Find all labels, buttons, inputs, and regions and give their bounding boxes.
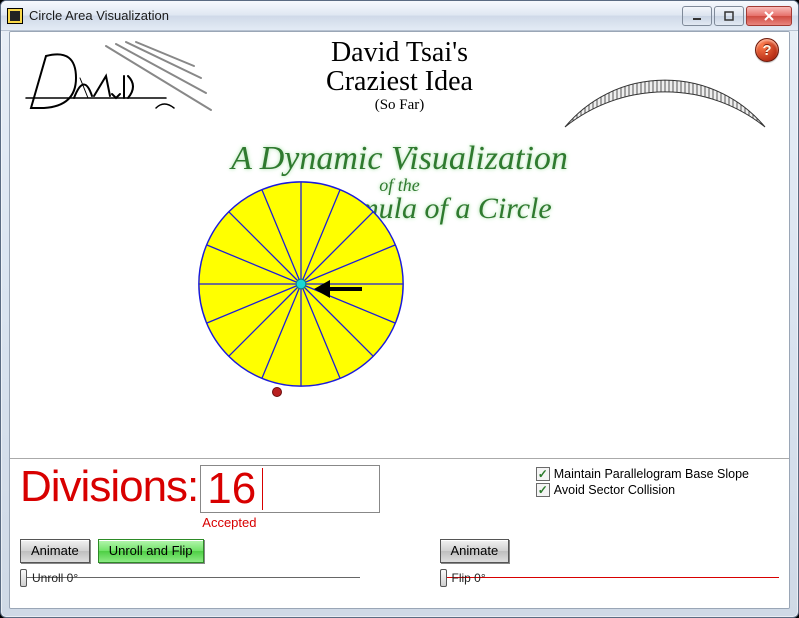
close-button[interactable] (746, 6, 792, 26)
divisions-status: Accepted (202, 515, 256, 530)
headline: David Tsai's Craziest Idea (So Far) (10, 38, 789, 114)
headline-line1: David Tsai's (10, 38, 789, 67)
divisions-label: Divisions: (20, 465, 198, 509)
rotation-handle[interactable] (272, 387, 282, 397)
maximize-button[interactable] (714, 6, 744, 26)
window-buttons (682, 6, 792, 26)
minimize-button[interactable] (682, 6, 712, 26)
app-window: Circle Area Visualization (0, 0, 799, 618)
titlebar[interactable]: Circle Area Visualization (1, 1, 798, 31)
option-avoid-collision[interactable]: ✓ Avoid Sector Collision (536, 483, 749, 497)
text-caret (262, 468, 263, 510)
control-panel: Divisions: Accepted ✓ Maintain Parallelo… (10, 458, 789, 608)
divisions-input[interactable] (200, 465, 380, 513)
slider-row: Animate Unroll and Flip Unroll 0° Animat… (20, 539, 779, 589)
unroll-column: Animate Unroll and Flip Unroll 0° (20, 539, 360, 589)
option-label: Maintain Parallelogram Base Slope (554, 467, 749, 481)
center-arrow-icon[interactable] (312, 277, 364, 301)
flip-value: Flip 0° (452, 571, 486, 585)
unroll-and-flip-button[interactable]: Unroll and Flip (98, 539, 204, 563)
subtitle-line1: A Dynamic Visualization (10, 142, 789, 176)
circle-visualization[interactable] (194, 177, 408, 391)
window-title: Circle Area Visualization (29, 8, 682, 23)
headline-line2: Craziest Idea (10, 67, 789, 96)
slider-thumb[interactable] (20, 569, 27, 587)
divisions-input-wrap: Accepted (200, 465, 380, 513)
headline-sofar: (So Far) (10, 97, 789, 114)
unroll-slider[interactable]: Unroll 0° (20, 567, 360, 589)
unroll-value: Unroll 0° (32, 571, 78, 585)
divisions-row: Divisions: Accepted ✓ Maintain Parallelo… (20, 465, 779, 513)
option-parallelogram[interactable]: ✓ Maintain Parallelogram Base Slope (536, 467, 749, 481)
animate-unroll-button[interactable]: Animate (20, 539, 90, 563)
option-label: Avoid Sector Collision (554, 483, 675, 497)
slider-thumb[interactable] (440, 569, 447, 587)
client-area: ? David Tsai's Crazie (9, 31, 790, 609)
flip-column: Animate Flip 0° (440, 539, 780, 589)
options-group: ✓ Maintain Parallelogram Base Slope ✓ Av… (536, 467, 779, 497)
checkbox-icon: ✓ (536, 483, 550, 497)
checkbox-icon: ✓ (536, 467, 550, 481)
animate-flip-button[interactable]: Animate (440, 539, 510, 563)
canvas-area: ? David Tsai's Crazie (10, 32, 789, 458)
app-icon (7, 8, 23, 24)
flip-slider[interactable]: Flip 0° (440, 567, 780, 589)
